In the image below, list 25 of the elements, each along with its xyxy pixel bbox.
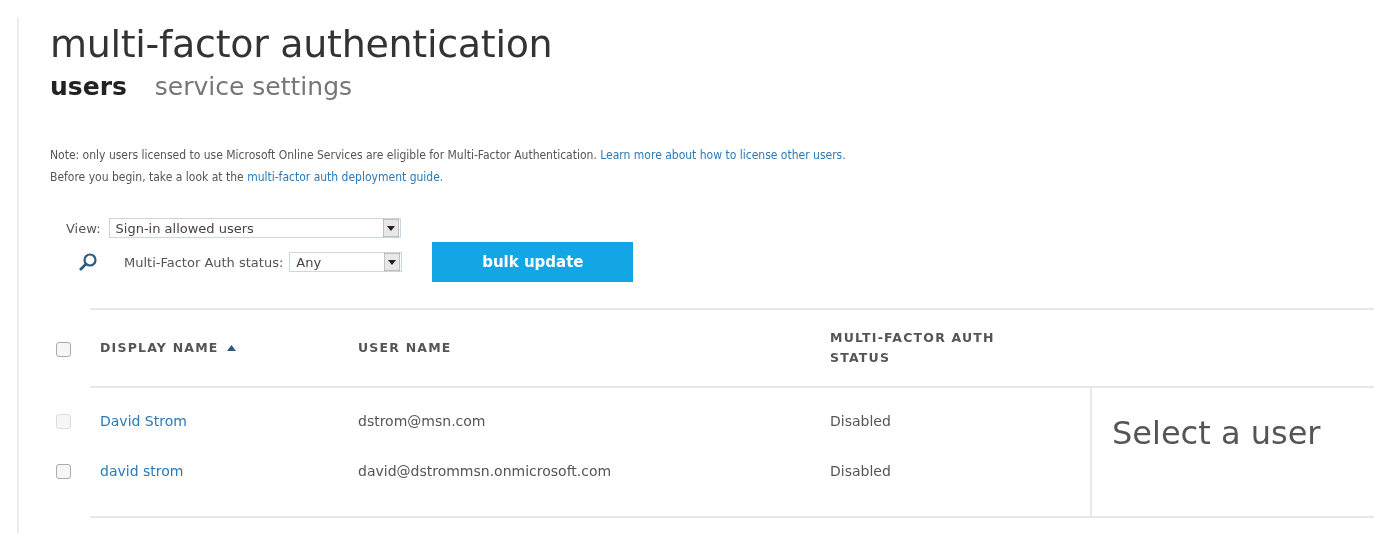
table-cell-text: david@dstrommsn.onmicrosoft.com — [357, 463, 612, 479]
help-link[interactable]: multi-factor auth deployment guide. — [247, 170, 444, 184]
status-dropdown[interactable]: Any — [289, 252, 403, 272]
view-dropdown[interactable]: Sign-in allowed users — [108, 218, 401, 238]
detail-heading: Select a user — [1112, 414, 1321, 452]
page-title: multi-factor authentication — [50, 21, 554, 68]
tab[interactable]: users — [50, 70, 127, 104]
help-link[interactable]: Learn more about how to license other users. — [600, 148, 846, 162]
table-cell-text: Disabled — [829, 413, 891, 429]
dropdown-arrow-icon[interactable] — [382, 219, 399, 237]
dropdown-arrow-icon[interactable] — [384, 253, 401, 271]
row-checkbox[interactable] — [56, 464, 71, 479]
tab[interactable]: service settings — [154, 70, 353, 104]
filter-label: Multi-Factor Auth status: — [124, 254, 284, 270]
note-text: Before you begin, take a look at the multi-factor auth deployment guide. — [50, 169, 445, 186]
table-cell-text: dstrom@msn.com — [357, 413, 486, 429]
table-cell-text: Disabled — [829, 463, 891, 479]
column-header[interactable]: USER NAME — [358, 338, 452, 358]
select-all-checkbox[interactable] — [56, 342, 71, 357]
search-icon[interactable] — [78, 252, 98, 272]
note-text: Note: only users licensed to use Microsoft Online Services are eligible for Multi-Factor Authentication. Learn more about how to license other users. — [50, 147, 847, 164]
column-header[interactable]: DISPLAY NAME — [100, 338, 219, 358]
column-header[interactable]: MULTI-FACTOR AUTH STATUS — [830, 328, 1030, 368]
display-name-link[interactable]: david strom — [90, 463, 184, 479]
view-label: View: — [66, 220, 101, 236]
